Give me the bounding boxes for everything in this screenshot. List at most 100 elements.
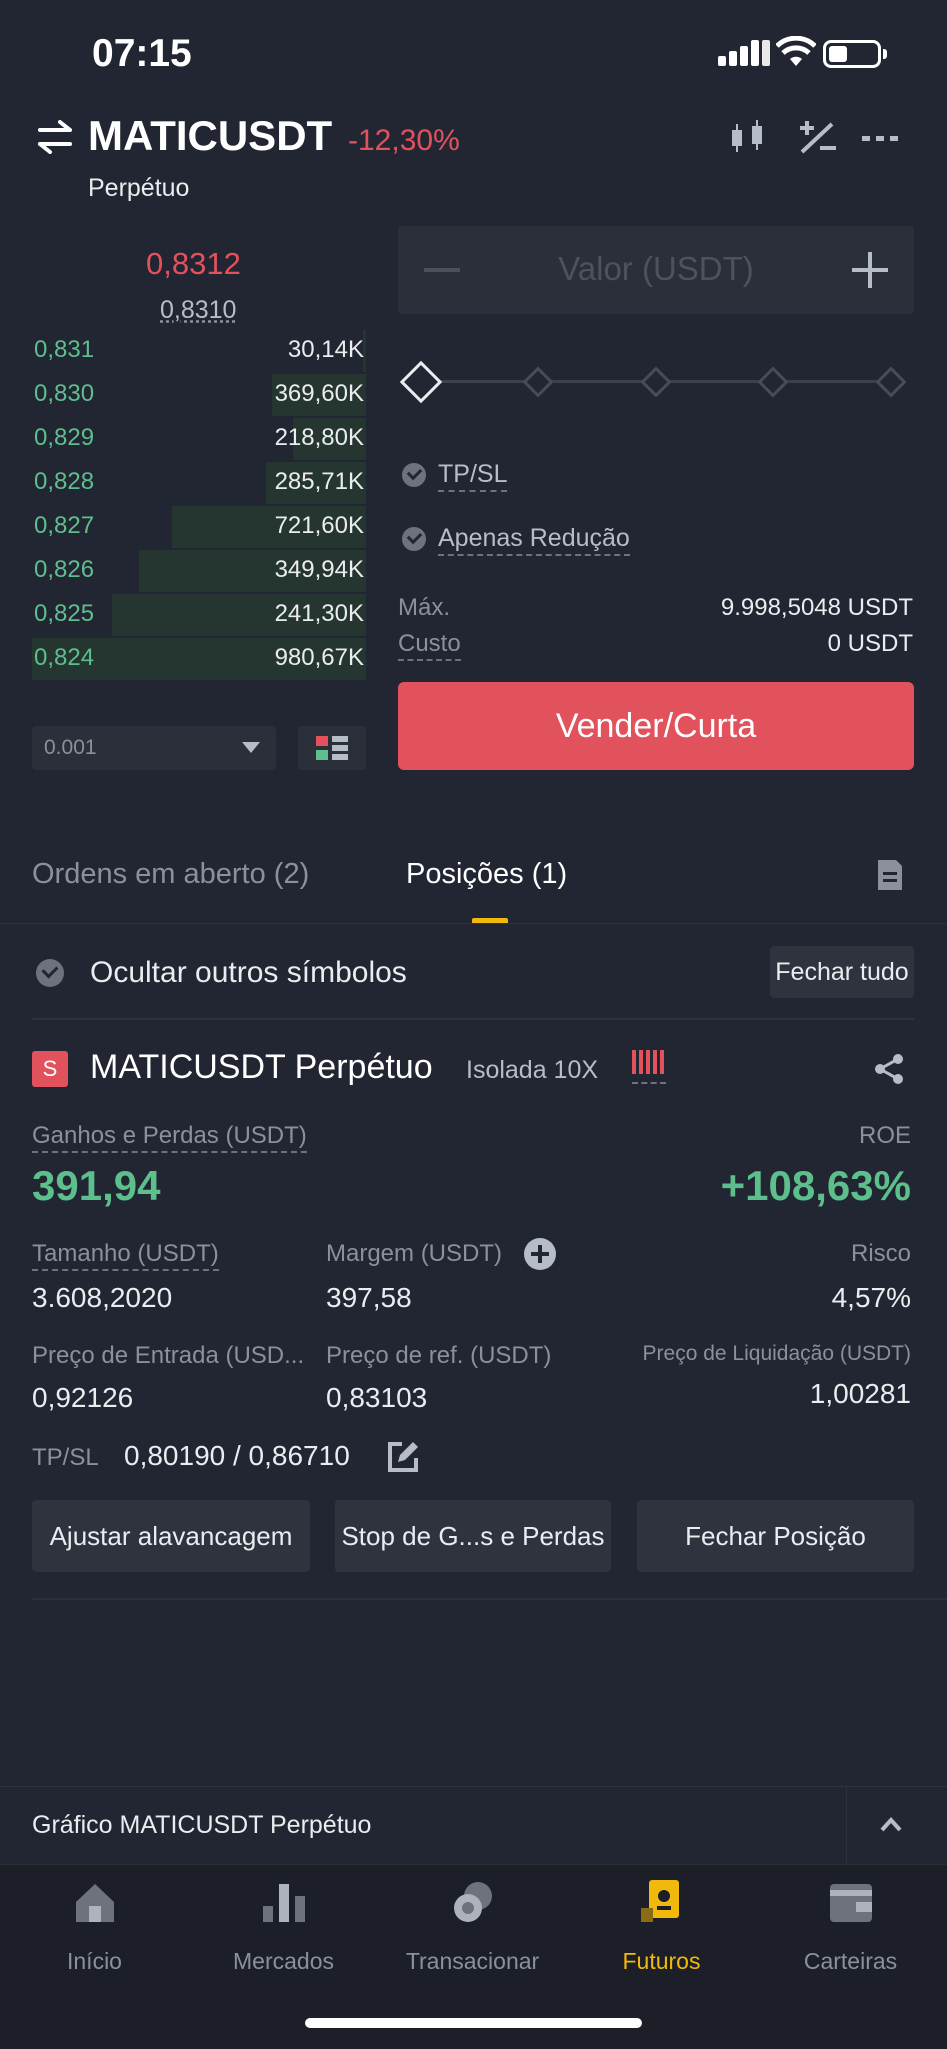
cellular-signal-icon xyxy=(718,40,770,66)
battery-icon xyxy=(823,40,887,68)
reduce-only-label[interactable]: Apenas Redução xyxy=(438,524,630,556)
chevron-up-icon[interactable] xyxy=(880,1814,902,1836)
hide-others-label[interactable]: Ocultar outros símbolos xyxy=(90,956,407,990)
margin-label: Margem (USDT) xyxy=(326,1240,503,1267)
swap-arrows-icon[interactable] xyxy=(36,120,74,154)
slider-stop-100[interactable] xyxy=(875,366,907,398)
sell-short-button[interactable]: Vender/Curta xyxy=(398,682,914,770)
edit-icon[interactable] xyxy=(386,1440,420,1474)
mark-price[interactable]: 0,8310 xyxy=(160,296,236,325)
nav-item-wallets[interactable]: Carteiras xyxy=(756,1880,945,1980)
entry-price-label: Preço de Entrada (USD... xyxy=(32,1342,305,1369)
share-icon[interactable] xyxy=(872,1052,906,1086)
nav-label: Carteiras xyxy=(803,1948,898,1974)
nav-label: Mercados xyxy=(233,1948,334,1974)
calculator-icon[interactable] xyxy=(796,118,840,158)
bid-row[interactable]: 0,824 980,67K xyxy=(32,638,366,680)
short-badge: S xyxy=(32,1051,68,1087)
size-value: 3.608,2020 xyxy=(32,1282,173,1313)
pnl-label[interactable]: Ganhos e Perdas (USDT) xyxy=(32,1122,307,1153)
home-icon xyxy=(76,1884,114,1922)
pair-title[interactable]: MATICUSDT xyxy=(88,112,332,160)
nav-item-home[interactable]: Início xyxy=(0,1880,189,1980)
nav-item-trade[interactable]: Transacionar xyxy=(378,1880,567,1980)
ref-price-label: Preço de ref. (USDT) xyxy=(326,1342,552,1369)
bid-price: 0,830 xyxy=(34,380,95,407)
tab-open-orders[interactable]: Ordens em aberto (2) xyxy=(32,858,309,891)
slider-stop-75[interactable] xyxy=(757,366,789,398)
bid-quantity: 349,94K xyxy=(274,556,364,583)
position-title[interactable]: MATICUSDT Perpétuo xyxy=(90,1048,433,1087)
value-input[interactable]: Valor (USDT) xyxy=(398,226,914,314)
bid-quantity: 980,67K xyxy=(274,644,364,671)
margin-mode: Isolada 10X xyxy=(466,1056,599,1084)
bid-row[interactable]: 0,825 241,30K xyxy=(32,594,366,636)
divider xyxy=(32,1018,914,1020)
status-time: 07:15 xyxy=(92,32,192,75)
document-icon[interactable] xyxy=(876,858,904,892)
bid-price: 0,831 xyxy=(34,336,95,363)
slider-handle[interactable] xyxy=(399,360,443,404)
bid-row[interactable]: 0,831 30,14K xyxy=(32,330,366,372)
futures-icon xyxy=(641,1880,679,1922)
hide-others-checkbox[interactable] xyxy=(36,959,64,987)
bid-price: 0,826 xyxy=(34,556,95,583)
pnl-value: 391,94 xyxy=(32,1162,161,1209)
nav-label: Transacionar xyxy=(405,1948,540,1974)
last-price: 0,8312 xyxy=(146,246,241,281)
bid-price: 0,827 xyxy=(34,512,95,539)
nav-label: Futuros xyxy=(622,1948,701,1974)
bid-quantity: 369,60K xyxy=(274,380,364,407)
wallet-icon xyxy=(830,1884,872,1922)
max-label: Máx. xyxy=(398,594,451,621)
bid-quantity: 241,30K xyxy=(274,600,364,627)
bid-row[interactable]: 0,826 349,94K xyxy=(32,550,366,592)
nav-item-markets[interactable]: Mercados xyxy=(189,1880,378,1980)
bid-price: 0,825 xyxy=(34,600,95,627)
tpsl-label[interactable]: TP/SL xyxy=(438,460,508,492)
precision-select[interactable]: 0.001 xyxy=(32,726,276,770)
roe-label: ROE xyxy=(858,1122,911,1149)
margin-value: 397,58 xyxy=(326,1282,412,1313)
nav-item-futures[interactable]: Futuros xyxy=(567,1880,756,1980)
bid-row[interactable]: 0,828 285,71K xyxy=(32,462,366,504)
tpsl-checkbox[interactable] xyxy=(402,463,426,487)
plus-icon[interactable] xyxy=(850,250,890,290)
trade-icon xyxy=(454,1882,492,1922)
more-options-icon[interactable] xyxy=(858,118,902,158)
entry-price-value: 0,92126 xyxy=(32,1382,134,1413)
close-all-button[interactable]: Fechar tudo xyxy=(770,946,914,998)
tpsl-value: 0,80190 / 0,86710 xyxy=(124,1440,350,1471)
roe-value: +108,63% xyxy=(720,1162,911,1209)
adjust-leverage-button[interactable]: Ajustar alavancagem xyxy=(32,1500,310,1572)
candlestick-chart-icon[interactable] xyxy=(726,118,770,158)
max-value: 9.998,5048 USDT xyxy=(720,594,913,621)
reduce-only-checkbox[interactable] xyxy=(402,527,426,551)
ref-price-value: 0,83103 xyxy=(326,1382,428,1413)
chart-bar-label[interactable]: Gráfico MATICUSDT Perpétuo xyxy=(32,1811,371,1840)
close-position-button[interactable]: Fechar Posição xyxy=(637,1500,914,1572)
risk-label: Risco xyxy=(850,1240,911,1267)
bid-row[interactable]: 0,830 369,60K xyxy=(32,374,366,416)
orderbook-layout-icon[interactable] xyxy=(298,726,366,770)
leverage-bars-icon xyxy=(632,1050,666,1084)
bid-quantity: 721,60K xyxy=(274,512,364,539)
slider-stop-25[interactable] xyxy=(522,366,554,398)
slider-stop-50[interactable] xyxy=(640,366,672,398)
tab-positions[interactable]: Posições (1) xyxy=(406,858,567,891)
wifi-icon xyxy=(776,36,816,66)
bid-price: 0,829 xyxy=(34,424,95,451)
bid-quantity: 30,14K xyxy=(287,336,364,363)
add-margin-icon[interactable] xyxy=(524,1238,556,1270)
bid-row[interactable]: 0,827 721,60K xyxy=(32,506,366,548)
bid-price: 0,824 xyxy=(34,644,95,671)
cost-label[interactable]: Custo xyxy=(398,630,461,661)
size-label[interactable]: Tamanho (USDT) xyxy=(32,1240,219,1271)
divider xyxy=(32,1598,947,1600)
bid-price: 0,828 xyxy=(34,468,95,495)
bid-row[interactable]: 0,829 218,80K xyxy=(32,418,366,460)
stop-profit-loss-button[interactable]: Stop de G...s e Perdas xyxy=(335,1500,611,1572)
value-placeholder: Valor (USDT) xyxy=(558,250,754,287)
markets-icon xyxy=(263,1884,305,1922)
home-indicator[interactable] xyxy=(305,2018,642,2028)
